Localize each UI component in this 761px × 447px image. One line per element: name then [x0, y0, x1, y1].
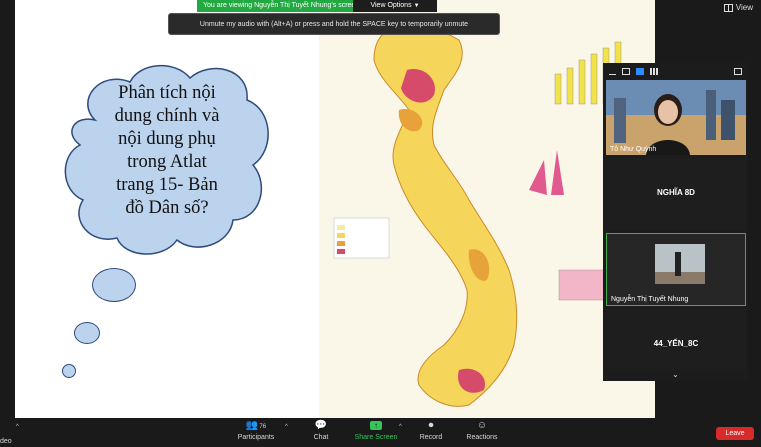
share-screen-button[interactable]: ↑ Share Screen [352, 420, 400, 441]
chat-label: Chat [313, 434, 329, 441]
thought-bubble-large [92, 268, 136, 302]
question-line: nội dung phụ [118, 129, 216, 149]
gallery-view-icon[interactable] [650, 67, 658, 75]
grid-icon [723, 3, 733, 12]
unmute-tooltip: Unmute my audio with (Alt+A) or press an… [168, 13, 500, 35]
thought-bubble-medium [74, 322, 100, 344]
slide-question: Phân tích nội dung chính và nội dung phụ… [97, 82, 237, 220]
participant-name: 44_YẾN_8C [653, 339, 699, 348]
question-line: dung chính và [114, 106, 220, 126]
reactions-icon: ☺ [476, 420, 488, 431]
view-button[interactable]: View [723, 3, 753, 12]
strip-view-icon[interactable] [636, 67, 644, 75]
participants-button[interactable]: 👥76 Participants [234, 420, 278, 441]
participants-label: Participants [237, 434, 275, 441]
video-caret-icon[interactable]: ^ [16, 424, 19, 430]
participant-name: Tô Như Quỳnh [610, 146, 657, 153]
slide-panel: Phân tích nội dung chính và nội dung phụ… [15, 0, 319, 418]
video-label-partial: deo [0, 438, 12, 445]
participant-tile[interactable]: 44_YẾN_8C [606, 309, 746, 369]
participant-name: NGHĨA 8D [657, 188, 695, 197]
minimize-icon[interactable] [609, 70, 616, 75]
view-options-label: View Options [370, 2, 412, 9]
participants-count: 76 [259, 424, 267, 430]
view-button-label: View [735, 3, 753, 12]
screen-share-banner: You are viewing Nguyễn Thị Tuyết Nhung's… [197, 0, 353, 12]
chevron-down-icon: ▼ [413, 3, 420, 9]
reactions-button[interactable]: ☺ Reactions [462, 420, 502, 441]
pop-out-icon[interactable] [734, 67, 742, 75]
speaker-view-icon[interactable] [622, 67, 630, 75]
share-screen-icon: ↑ [352, 420, 400, 432]
chat-icon: 💬 [314, 420, 328, 431]
share-caret-icon[interactable]: ^ [399, 424, 402, 430]
share-screen-label: Share Screen [354, 434, 398, 441]
view-options-button[interactable]: View Options ▼ [353, 0, 437, 12]
record-button[interactable]: ⏺ Record [416, 420, 446, 441]
participants-caret-icon[interactable]: ^ [285, 424, 288, 430]
question-line: đồ Dân số? [125, 198, 209, 218]
participants-icon: 👥76 [245, 420, 267, 431]
participant-name: Nguyễn Thị Tuyết Nhung [611, 296, 689, 303]
meeting-toolbar: deo ^ 👥76 Participants ^ 💬 Chat ↑ Share … [0, 418, 761, 447]
participant-tile[interactable]: NGHĨA 8D [606, 158, 746, 230]
reactions-label: Reactions [466, 434, 498, 441]
participant-tile-active[interactable]: Nguyễn Thị Tuyết Nhung [606, 233, 746, 306]
participant-tile[interactable]: Tô Như Quỳnh [606, 80, 746, 155]
participants-panel: Tô Như Quỳnh NGHĨA 8D Nguyễn Thị Tuyết N… [603, 63, 748, 381]
chevron-down-icon[interactable]: ⌄ [603, 370, 748, 379]
question-line: trong Atlat [127, 152, 207, 172]
thought-bubble-small [62, 364, 76, 378]
question-line: trang 15- Bản [116, 175, 218, 195]
panel-toolbar [603, 63, 748, 79]
record-label: Record [419, 434, 443, 441]
leave-button[interactable]: Leave [716, 427, 754, 440]
chat-button[interactable]: 💬 Chat [308, 420, 334, 441]
participant-video [606, 80, 746, 155]
question-line: Phân tích nội [118, 83, 216, 103]
shared-screen: Phân tích nội dung chính và nội dung phụ… [15, 0, 655, 418]
record-icon: ⏺ [428, 420, 434, 431]
thought-cloud: Phân tích nội dung chính và nội dung phụ… [55, 60, 277, 260]
